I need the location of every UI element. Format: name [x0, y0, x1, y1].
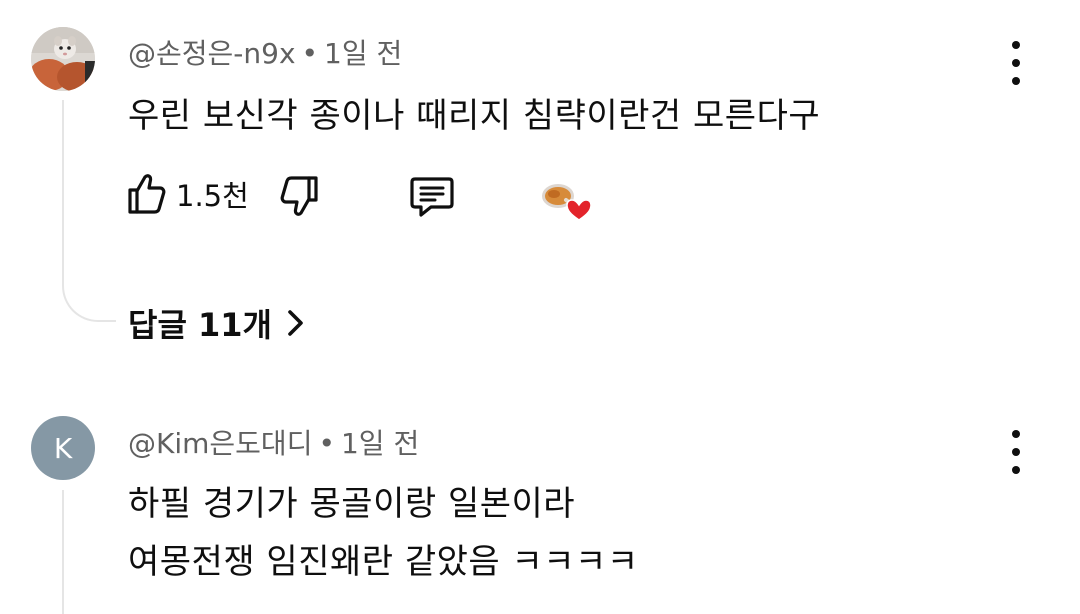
comment-text-line: 여몽전쟁 임진왜란 같았음 ㅋㅋㅋㅋ — [128, 542, 639, 582]
thread-connector — [62, 490, 64, 614]
reply-button[interactable] — [409, 176, 455, 218]
author-name[interactable]: @손정은-n9x — [128, 37, 296, 70]
meta-separator: • — [318, 427, 335, 460]
comment-meta: @Kim은도대디 • 1일 전 — [128, 422, 419, 462]
comment-icon — [410, 177, 454, 217]
comment-thread: @손정은-n9x • 1일 전 우린 보신각 종이나 때리지 침략이란건 모른다구 … — [0, 0, 1080, 614]
like-count: 1.5천 — [176, 179, 249, 213]
more-vert-icon[interactable] — [1006, 430, 1026, 474]
creator-heart — [540, 180, 594, 224]
thumb-down-icon — [280, 176, 318, 216]
comment-text: 우린 보신각 종이나 때리지 침략이란건 모른다구 — [128, 96, 821, 136]
more-vert-icon[interactable] — [1006, 41, 1026, 85]
author-name[interactable]: @Kim은도대디 — [128, 427, 312, 460]
replies-label: 답글 11개 — [128, 306, 272, 344]
meta-separator: • — [301, 37, 319, 70]
thumb-up-icon — [128, 174, 166, 214]
chevron-right-icon — [288, 310, 303, 336]
dislike-button[interactable] — [280, 174, 320, 218]
thread-connector-curve — [62, 258, 116, 322]
avatar[interactable] — [31, 27, 95, 91]
hamster-photo-avatar — [31, 27, 95, 91]
comment-text-line: 하필 경기가 몽골이랑 일본이라 — [128, 484, 576, 524]
avatar[interactable]: K — [31, 416, 95, 480]
creator-heart-icon — [542, 184, 592, 221]
thread-connector — [62, 100, 64, 260]
like-button[interactable]: 1.5천 — [126, 172, 249, 216]
comment-meta: @손정은-n9x • 1일 전 — [128, 32, 402, 72]
comment-time: 1일 전 — [324, 37, 403, 70]
view-replies-button[interactable]: 답글 11개 — [128, 300, 306, 346]
comment-time: 1일 전 — [340, 427, 420, 460]
avatar-initial: K — [53, 431, 73, 465]
